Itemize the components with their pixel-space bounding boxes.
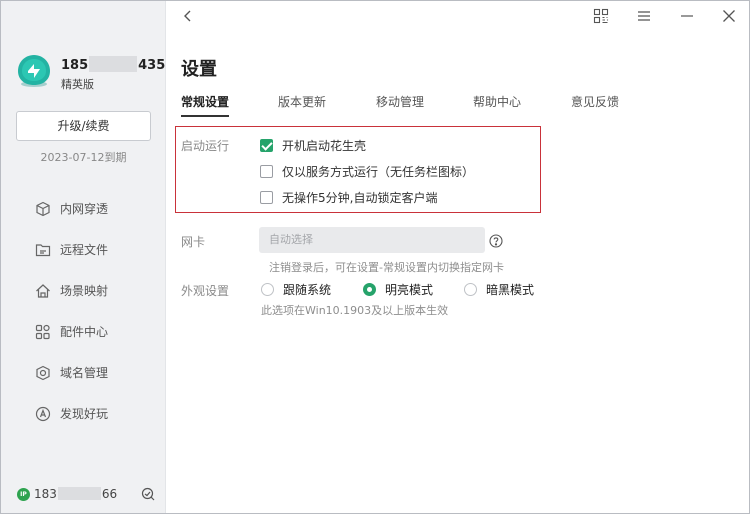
radio-label: 明亮模式 bbox=[385, 282, 434, 297]
account-info[interactable]: 185 435 精英版 bbox=[16, 53, 165, 93]
tab-feedback[interactable]: 意见反馈 bbox=[571, 93, 619, 110]
radio-button-selected[interactable] bbox=[363, 282, 376, 296]
redacted-mask bbox=[57, 487, 101, 500]
sidebar-item-label: 发现好玩 bbox=[60, 407, 109, 421]
sidebar-item-label: 域名管理 bbox=[60, 366, 109, 380]
sidebar-item-remote-files[interactable]: 远程文件 bbox=[1, 229, 166, 270]
radio-follow-system[interactable]: 跟随系统 bbox=[261, 281, 331, 297]
sidebar-item-discover[interactable]: 发现好玩 bbox=[1, 393, 166, 434]
sidebar-item-intranet[interactable]: 内网穿透 bbox=[1, 188, 166, 229]
ip-status: IP 183 66 bbox=[17, 487, 157, 503]
service-mode-checkbox-row[interactable]: 仅以服务方式运行（无任务栏图标） bbox=[260, 163, 474, 179]
folder-icon bbox=[35, 243, 51, 256]
active-tab-indicator bbox=[181, 115, 229, 117]
sidebar-item-label: 内网穿透 bbox=[60, 202, 109, 216]
sidebar-item-domain[interactable]: 域名管理 bbox=[1, 352, 166, 393]
radio-dark-mode[interactable]: 暗黑模式 bbox=[464, 281, 534, 297]
qr-code-icon[interactable] bbox=[593, 8, 609, 24]
autostart-checkbox[interactable] bbox=[260, 138, 273, 152]
cube-icon bbox=[36, 201, 50, 216]
auto-lock-checkbox[interactable] bbox=[260, 190, 273, 204]
radio-button[interactable] bbox=[261, 282, 274, 296]
minimize-icon[interactable] bbox=[679, 8, 695, 24]
nic-select[interactable]: 自动选择 bbox=[259, 227, 485, 253]
ip-address: 183 66 bbox=[34, 487, 118, 501]
refresh-ip-icon[interactable] bbox=[141, 487, 155, 501]
appearance-label: 外观设置 bbox=[181, 284, 230, 298]
tab-version-update[interactable]: 版本更新 bbox=[278, 93, 326, 110]
radio-button[interactable] bbox=[464, 282, 477, 296]
sidebar-nav: 内网穿透 远程文件 场景映射 配件中心 域名管理 发现好玩 bbox=[1, 188, 166, 434]
upgrade-renew-button[interactable]: 升级/续费 bbox=[16, 111, 151, 141]
auto-lock-checkbox-row[interactable]: 无操作5分钟,自动锁定客户端 bbox=[260, 189, 437, 205]
nic-hint: 注销登录后，可在设置-常规设置内切换指定网卡 bbox=[269, 261, 504, 274]
radio-label: 暗黑模式 bbox=[486, 282, 535, 297]
radio-label: 跟随系统 bbox=[283, 282, 332, 297]
sidebar-item-label: 场景映射 bbox=[60, 284, 109, 298]
service-mode-checkbox[interactable] bbox=[260, 164, 273, 178]
app-logo-icon bbox=[18, 55, 50, 87]
menu-icon[interactable] bbox=[636, 8, 652, 24]
close-icon[interactable] bbox=[721, 8, 737, 24]
domain-icon bbox=[36, 365, 50, 380]
redacted-mask bbox=[89, 56, 138, 72]
expiry-date: 2023-07-12到期 bbox=[40, 151, 127, 164]
tab-help-center[interactable]: 帮助中心 bbox=[473, 93, 521, 110]
sidebar-item-label: 远程文件 bbox=[60, 243, 109, 257]
auto-lock-label: 无操作5分钟,自动锁定客户端 bbox=[282, 190, 438, 205]
home-map-icon bbox=[36, 283, 50, 298]
sidebar-item-label: 配件中心 bbox=[60, 325, 109, 339]
nic-label: 网卡 bbox=[181, 235, 206, 249]
ip-badge-icon: IP bbox=[17, 488, 30, 501]
radio-light-mode[interactable]: 明亮模式 bbox=[363, 281, 433, 297]
account-edition: 精英版 bbox=[61, 78, 94, 91]
service-mode-label: 仅以服务方式运行（无任务栏图标） bbox=[282, 164, 475, 179]
back-icon[interactable] bbox=[181, 9, 195, 23]
sidebar-item-scene-mapping[interactable]: 场景映射 bbox=[1, 270, 166, 311]
startup-label: 启动运行 bbox=[181, 139, 230, 153]
grid-icon bbox=[35, 324, 50, 339]
sidebar-item-accessories[interactable]: 配件中心 bbox=[1, 311, 166, 352]
help-icon[interactable] bbox=[489, 234, 503, 248]
settings-window: 185435 精英版 升级/续费 2023-07-12到期 内网穿透 远程文件 bbox=[0, 0, 750, 514]
autostart-checkbox-row[interactable]: 开机启动花生壳 bbox=[260, 137, 366, 153]
compass-icon bbox=[35, 406, 51, 421]
tab-general[interactable]: 常规设置 bbox=[181, 93, 229, 110]
appearance-hint: 此选项在Win10.1903及以上版本生效 bbox=[261, 304, 449, 317]
tab-mobile-management[interactable]: 移动管理 bbox=[376, 93, 424, 110]
sidebar: 185435 精英版 升级/续费 2023-07-12到期 内网穿透 远程文件 bbox=[1, 1, 166, 513]
page-title: 设置 bbox=[181, 59, 217, 80]
autostart-label: 开机启动花生壳 bbox=[282, 138, 367, 153]
account-name: 185 435 bbox=[61, 56, 166, 73]
